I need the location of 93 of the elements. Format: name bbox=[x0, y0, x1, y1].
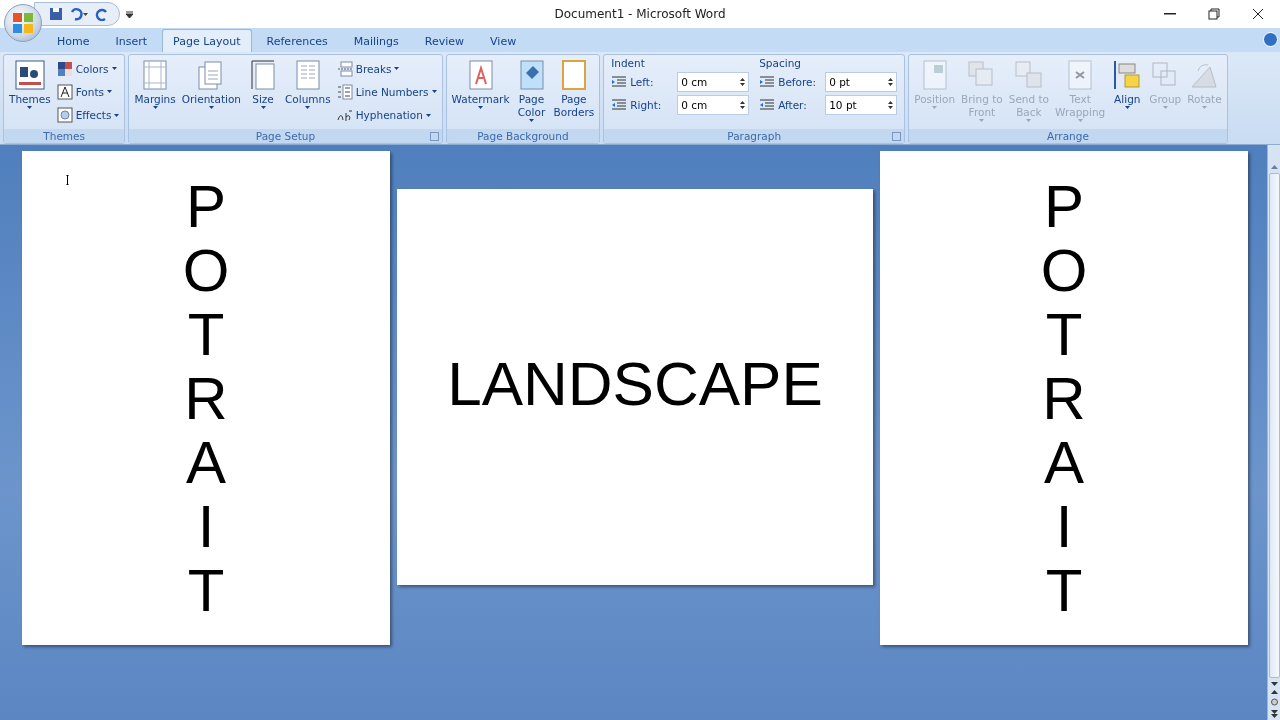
section-heading: Indent bbox=[611, 57, 646, 69]
ribbon-button[interactable]: Page Color bbox=[513, 57, 550, 127]
caret-icon bbox=[394, 67, 400, 71]
line-numbers-icon bbox=[336, 84, 353, 100]
caret-icon bbox=[1162, 106, 1168, 109]
spin-field[interactable]: 10 pt bbox=[825, 95, 898, 115]
colors-icon bbox=[56, 60, 73, 77]
group-label: Page Setup bbox=[255, 130, 316, 142]
spin-field[interactable]: 0 pt bbox=[825, 72, 898, 92]
ribbon-tab[interactable]: Mailings bbox=[342, 29, 410, 52]
vertical-scrollbar[interactable] bbox=[1267, 145, 1280, 720]
ribbon-tab[interactable]: Insert bbox=[104, 29, 159, 52]
caret-icon bbox=[111, 67, 117, 71]
caret-icon bbox=[27, 106, 33, 109]
page-text: POTRAIT bbox=[1040, 175, 1088, 626]
ribbon-button[interactable]: Effects bbox=[56, 107, 120, 124]
ribbon-button[interactable]: Columns bbox=[283, 57, 333, 127]
ribbon-tab[interactable]: View bbox=[479, 29, 528, 52]
ribbon-button[interactable]: Fonts bbox=[56, 84, 120, 100]
ribbon-button[interactable]: Line Numbers bbox=[336, 84, 437, 100]
ribbon-button[interactable]: Size bbox=[245, 57, 281, 127]
ribbon-button[interactable]: Watermark bbox=[449, 57, 512, 127]
caret-icon bbox=[305, 106, 311, 109]
ribbon-button[interactable]: Orientation bbox=[179, 57, 243, 127]
restore-icon bbox=[1208, 8, 1220, 20]
redo-button[interactable] bbox=[95, 7, 109, 21]
spin-arrows-icon[interactable] bbox=[740, 100, 746, 110]
ribbon-button[interactable]: Themes bbox=[7, 57, 53, 127]
spin-arrows-icon[interactable] bbox=[740, 77, 746, 87]
spin-field[interactable]: 0 cm bbox=[677, 72, 750, 92]
undo-button[interactable] bbox=[69, 7, 89, 21]
close-icon bbox=[1252, 8, 1264, 20]
ribbon-button[interactable]: Margins bbox=[132, 57, 178, 127]
group-label: Paragraph bbox=[727, 130, 782, 142]
caret-icon bbox=[107, 90, 113, 94]
caret-icon bbox=[114, 113, 120, 117]
ribbon-button[interactable]: Colors bbox=[56, 60, 120, 77]
field-label: Right: bbox=[630, 99, 663, 111]
effects-icon bbox=[56, 107, 73, 124]
caret-icon bbox=[478, 106, 484, 109]
field-label: Before: bbox=[778, 76, 818, 88]
caret-icon bbox=[1201, 106, 1207, 109]
caret-icon bbox=[425, 113, 431, 117]
ribbon-tab[interactable]: Page Layout bbox=[162, 29, 252, 52]
window-title: Document1 - Microsoft Word bbox=[554, 7, 726, 21]
group-label: Themes bbox=[43, 130, 86, 142]
spin-field[interactable]: 0 cm bbox=[677, 95, 750, 115]
caret-icon bbox=[126, 10, 133, 18]
theme-icon bbox=[13, 59, 46, 91]
group-label: Page Background bbox=[477, 130, 569, 142]
indent-icon bbox=[611, 75, 628, 89]
caret-icon bbox=[260, 106, 266, 109]
caret-icon bbox=[1077, 119, 1083, 122]
field-label: Left: bbox=[630, 76, 655, 88]
customize-menu-button[interactable] bbox=[126, 10, 133, 18]
caret-icon bbox=[529, 119, 534, 122]
send-to-back-icon bbox=[1012, 59, 1045, 91]
caret-icon bbox=[208, 106, 214, 109]
ribbon-button[interactable]: Page Borders bbox=[551, 57, 597, 127]
page-text: LANDSCAPE bbox=[447, 347, 823, 419]
ribbon-button[interactable]: Hyphenation bbox=[336, 107, 437, 124]
caret-icon bbox=[152, 106, 158, 109]
caret-icon bbox=[979, 119, 985, 122]
ribbon-button[interactable]: Breaks bbox=[336, 60, 437, 77]
spacing-icon bbox=[759, 98, 776, 112]
office-logo bbox=[12, 12, 34, 34]
ribbon-tab[interactable]: References bbox=[255, 29, 339, 52]
spacing-icon bbox=[759, 75, 776, 89]
caret-icon bbox=[932, 106, 938, 109]
ribbon-button[interactable]: Align bbox=[1109, 57, 1146, 127]
help-icon[interactable] bbox=[1263, 32, 1278, 47]
undo-icon bbox=[69, 7, 89, 21]
save-button[interactable] bbox=[49, 7, 63, 21]
hyphenation-icon bbox=[336, 107, 353, 124]
caret-icon bbox=[1124, 106, 1130, 109]
field-label: After: bbox=[778, 99, 808, 111]
browse-buttons-icon[interactable] bbox=[1269, 680, 1279, 720]
indent-icon bbox=[611, 98, 628, 112]
redo-icon bbox=[95, 7, 109, 21]
text-cursor-icon bbox=[65, 175, 70, 185]
section-heading: Spacing bbox=[759, 57, 802, 69]
minimize-icon bbox=[1164, 13, 1176, 15]
caret-icon bbox=[431, 90, 437, 94]
ribbon-tab[interactable]: Home bbox=[46, 29, 101, 52]
group-label: Arrange bbox=[1047, 130, 1089, 142]
spin-arrows-icon[interactable] bbox=[888, 100, 894, 110]
scroll-up-icon[interactable] bbox=[1269, 163, 1279, 171]
breaks-icon bbox=[336, 60, 353, 77]
caret-icon bbox=[1026, 119, 1032, 122]
fonts-icon bbox=[56, 84, 73, 100]
page-text: POTRAIT bbox=[182, 175, 230, 626]
spin-arrows-icon[interactable] bbox=[888, 77, 894, 87]
ribbon-tab[interactable]: Review bbox=[413, 29, 476, 52]
